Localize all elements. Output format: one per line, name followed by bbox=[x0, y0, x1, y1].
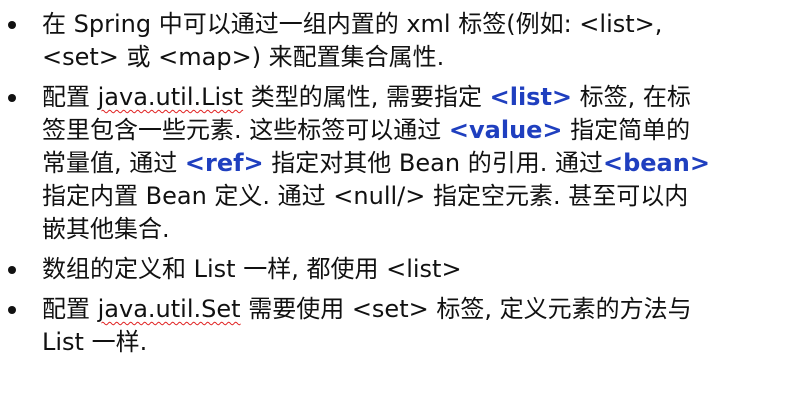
text-line: 在 Spring 中可以通过一组内置的 xml 标签(例如: <list>, bbox=[42, 10, 663, 38]
class-name-java-util-set: java.util.Set bbox=[97, 295, 241, 323]
text-segment: 指定对其他 Bean 的引用. 通过 bbox=[263, 149, 603, 177]
bullet-collection-tags: 在 Spring 中可以通过一组内置的 xml 标签(例如: <list>, <… bbox=[0, 8, 801, 74]
slide: 在 Spring 中可以通过一组内置的 xml 标签(例如: <list>, <… bbox=[0, 0, 811, 404]
bullet-set-config: 配置 java.util.Set 需要使用 <set> 标签, 定义元素的方法与… bbox=[0, 293, 801, 359]
text-segment: 指定简单的 bbox=[562, 116, 691, 144]
keyword-value-tag: <value> bbox=[448, 116, 563, 144]
text-segment: 类型的属性, 需要指定 bbox=[243, 83, 490, 111]
text-line: 配置 java.util.Set 需要使用 <set> 标签, 定义元素的方法与 bbox=[42, 293, 801, 326]
bullet-dot-icon bbox=[8, 21, 16, 29]
text-line: <set> 或 <map>) 来配置集合属性. bbox=[42, 43, 445, 71]
text-segment: 配置 bbox=[42, 295, 98, 323]
keyword-ref-tag: <ref> bbox=[184, 149, 264, 177]
text-segment: 常量值, 通过 bbox=[42, 149, 185, 177]
bullet-list: 在 Spring 中可以通过一组内置的 xml 标签(例如: <list>, <… bbox=[0, 8, 801, 359]
keyword-list-tag: <list> bbox=[489, 83, 573, 111]
text-line: 签里包含一些元素. 这些标签可以通过 <value> 指定简单的 bbox=[42, 114, 801, 147]
text-line: 数组的定义和 List 一样, 都使用 <list> bbox=[42, 255, 462, 283]
bullet-list-config: 配置 java.util.List 类型的属性, 需要指定 <list> 标签,… bbox=[0, 81, 801, 246]
text-line: List 一样. bbox=[42, 328, 148, 356]
bullet-array-definition: 数组的定义和 List 一样, 都使用 <list> bbox=[0, 253, 801, 286]
text-line: 嵌其他集合. bbox=[42, 215, 170, 243]
class-name-java-util-list: java.util.List bbox=[97, 83, 244, 111]
text-line: 配置 java.util.List 类型的属性, 需要指定 <list> 标签,… bbox=[42, 81, 801, 114]
bullet-dot-icon bbox=[8, 94, 16, 102]
text-line: 指定内置 Bean 定义. 通过 <null/> 指定空元素. 甚至可以内 bbox=[42, 182, 689, 210]
text-segment: 需要使用 <set> 标签, 定义元素的方法与 bbox=[240, 295, 692, 323]
text-line: 常量值, 通过 <ref> 指定对其他 Bean 的引用. 通过<bean> bbox=[42, 147, 801, 180]
keyword-bean-tag: <bean> bbox=[602, 149, 710, 177]
bullet-dot-icon bbox=[8, 306, 16, 314]
text-segment: 签里包含一些元素. 这些标签可以通过 bbox=[42, 116, 449, 144]
text-segment: 配置 bbox=[42, 83, 98, 111]
text-segment: 标签, 在标 bbox=[572, 83, 691, 111]
bullet-dot-icon bbox=[8, 266, 16, 274]
